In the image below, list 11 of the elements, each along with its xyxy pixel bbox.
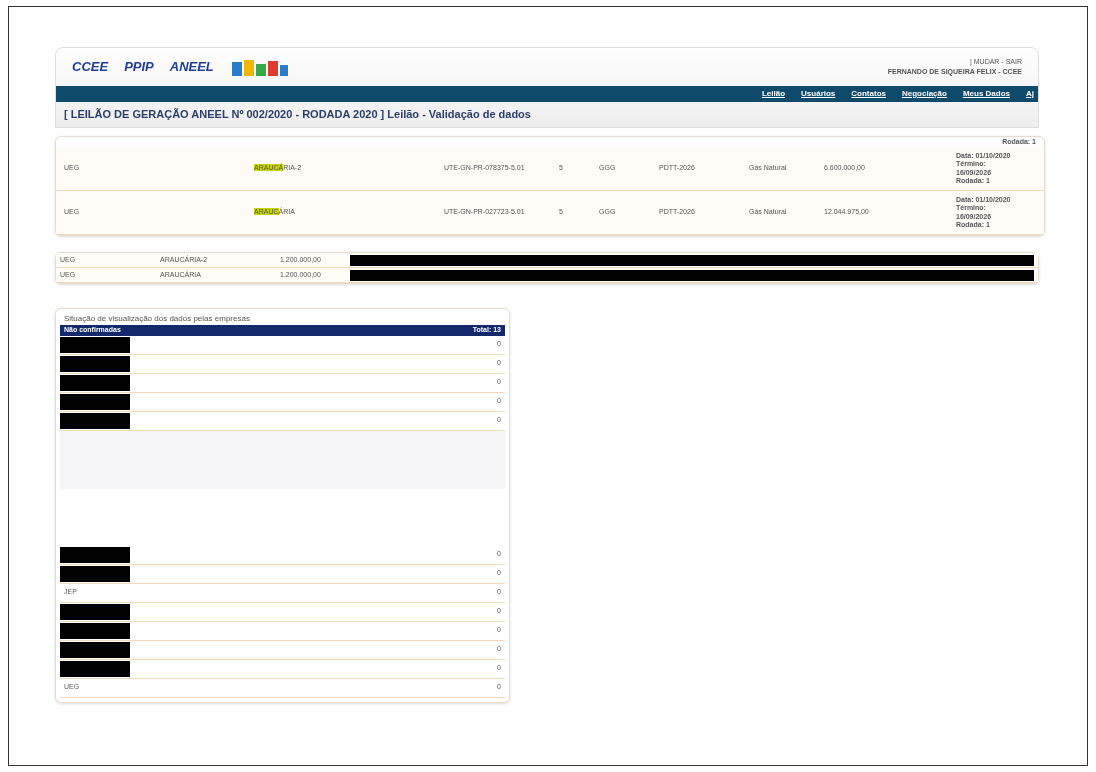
panel-title: Situação de visualização dos dados pelas empresas — [63, 313, 251, 325]
page-title: [ LEILÃO DE GERAÇÃO ANEEL Nº 002/2020 - RODADA 2020 ] Leilão - Validação de dados — [63, 107, 532, 122]
logo: CCEE — [72, 58, 109, 77]
logo: PPIP — [124, 58, 154, 77]
nav-link[interactable]: Aj — [1026, 88, 1034, 100]
nav-link[interactable]: Meus Dados — [962, 88, 1010, 100]
nav-link[interactable]: Leilão — [761, 88, 786, 100]
nav-link[interactable]: Negociação — [901, 88, 947, 100]
nav-link[interactable]: Contatos — [851, 88, 886, 100]
nav-link[interactable]: Usuários — [801, 88, 836, 100]
logo: ANEEL — [169, 58, 214, 77]
